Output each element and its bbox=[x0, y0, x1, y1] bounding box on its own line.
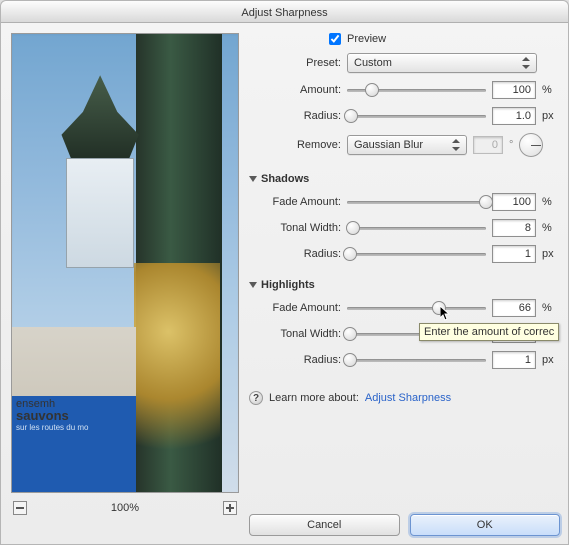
amount-row: Amount: % bbox=[249, 81, 560, 99]
dialog-body: ensemh sauvons sur les routes du mo 100%… bbox=[1, 23, 568, 544]
amount-unit: % bbox=[542, 84, 560, 96]
banner-text: ensemh sauvons sur les routes du mo bbox=[12, 396, 136, 492]
dialog-buttons: Cancel OK bbox=[249, 504, 560, 536]
amount-field[interactable] bbox=[492, 81, 536, 99]
learn-more-link[interactable]: Adjust Sharpness bbox=[365, 392, 451, 404]
highlights-heading-label: Highlights bbox=[261, 279, 315, 291]
radius-slider[interactable] bbox=[347, 108, 486, 124]
highlights-tonal-row: Tonal Width: % Enter the amount of corre… bbox=[249, 325, 560, 343]
shadows-fade-field[interactable] bbox=[492, 193, 536, 211]
disclosure-triangle-icon bbox=[249, 282, 257, 288]
shadows-tonal-slider[interactable] bbox=[347, 220, 486, 236]
highlights-heading[interactable]: Highlights bbox=[249, 279, 560, 291]
highlights-radius-field[interactable] bbox=[492, 351, 536, 369]
ok-button[interactable]: OK bbox=[410, 514, 561, 536]
shadows-heading[interactable]: Shadows bbox=[249, 173, 560, 185]
preview-checkbox[interactable] bbox=[329, 33, 341, 45]
remove-row: Remove: Gaussian Blur ° bbox=[249, 133, 560, 157]
chevron-updown-icon bbox=[520, 57, 532, 69]
shadows-fade-label: Fade Amount: bbox=[249, 196, 341, 208]
amount-slider[interactable] bbox=[347, 82, 486, 98]
tooltip: Enter the amount of correc bbox=[419, 323, 559, 341]
remove-angle-field bbox=[473, 136, 503, 154]
dialog-window: Adjust Sharpness ensemh sauvons sur les … bbox=[0, 0, 569, 545]
highlights-radius-unit: px bbox=[542, 354, 560, 366]
zoom-controls: 100% bbox=[11, 493, 239, 515]
preset-value: Custom bbox=[354, 57, 392, 69]
highlights-radius-slider[interactable] bbox=[347, 352, 486, 368]
shadows-tonal-field[interactable] bbox=[492, 219, 536, 237]
radius-row: Radius: px bbox=[249, 107, 560, 125]
highlights-fade-field[interactable] bbox=[492, 299, 536, 317]
highlights-fade-row: Fade Amount: % bbox=[249, 299, 560, 317]
learn-more-prefix: Learn more about: bbox=[269, 392, 359, 404]
radius-unit: px bbox=[542, 110, 560, 122]
radius-label: Radius: bbox=[249, 110, 341, 122]
chevron-updown-icon bbox=[450, 139, 462, 151]
cancel-button-label: Cancel bbox=[307, 519, 341, 531]
zoom-in-button[interactable] bbox=[223, 501, 237, 515]
preset-select[interactable]: Custom bbox=[347, 53, 537, 73]
shadows-radius-row: Radius: px bbox=[249, 245, 560, 263]
remove-select[interactable]: Gaussian Blur bbox=[347, 135, 467, 155]
shadows-fade-slider[interactable] bbox=[347, 194, 486, 210]
shadows-tonal-row: Tonal Width: % bbox=[249, 219, 560, 237]
angle-dial[interactable] bbox=[519, 133, 543, 157]
help-icon[interactable]: ? bbox=[249, 391, 263, 405]
zoom-out-button[interactable] bbox=[13, 501, 27, 515]
ok-button-label: OK bbox=[477, 519, 493, 531]
shadows-heading-label: Shadows bbox=[261, 173, 309, 185]
window-title: Adjust Sharpness bbox=[241, 7, 327, 19]
preview-image-frame[interactable]: ensemh sauvons sur les routes du mo bbox=[11, 33, 239, 493]
amount-label: Amount: bbox=[249, 84, 341, 96]
highlights-fade-label: Fade Amount: bbox=[249, 302, 341, 314]
left-pane: ensemh sauvons sur les routes du mo 100% bbox=[11, 33, 239, 536]
shadows-radius-field[interactable] bbox=[492, 245, 536, 263]
titlebar: Adjust Sharpness bbox=[1, 1, 568, 23]
shadows-fade-unit: % bbox=[542, 196, 560, 208]
remove-value: Gaussian Blur bbox=[354, 139, 423, 151]
shadows-radius-unit: px bbox=[542, 248, 560, 260]
preview-checkbox-row: Preview bbox=[249, 33, 560, 45]
preview-image: ensemh sauvons sur les routes du mo bbox=[12, 34, 238, 492]
disclosure-triangle-icon bbox=[249, 176, 257, 182]
degree-symbol: ° bbox=[509, 139, 513, 151]
highlights-tonal-label: Tonal Width: bbox=[249, 328, 341, 340]
shadows-radius-slider[interactable] bbox=[347, 246, 486, 262]
zoom-level: 100% bbox=[111, 502, 139, 514]
preset-row: Preset: Custom bbox=[249, 53, 560, 73]
preset-label: Preset: bbox=[249, 57, 341, 69]
shadows-radius-label: Radius: bbox=[249, 248, 341, 260]
cancel-button[interactable]: Cancel bbox=[249, 514, 400, 536]
highlights-fade-unit: % bbox=[542, 302, 560, 314]
shadows-tonal-label: Tonal Width: bbox=[249, 222, 341, 234]
preview-checkbox-label: Preview bbox=[347, 33, 386, 45]
highlights-fade-slider[interactable] bbox=[347, 300, 486, 316]
learn-more-row: ? Learn more about: Adjust Sharpness bbox=[249, 391, 560, 405]
radius-field[interactable] bbox=[492, 107, 536, 125]
shadows-fade-row: Fade Amount: % bbox=[249, 193, 560, 211]
remove-label: Remove: bbox=[249, 139, 341, 151]
shadows-tonal-unit: % bbox=[542, 222, 560, 234]
right-pane: Preview Preset: Custom Amount: % Radius: bbox=[249, 33, 560, 536]
highlights-radius-label: Radius: bbox=[249, 354, 341, 366]
highlights-radius-row: Radius: px bbox=[249, 351, 560, 369]
